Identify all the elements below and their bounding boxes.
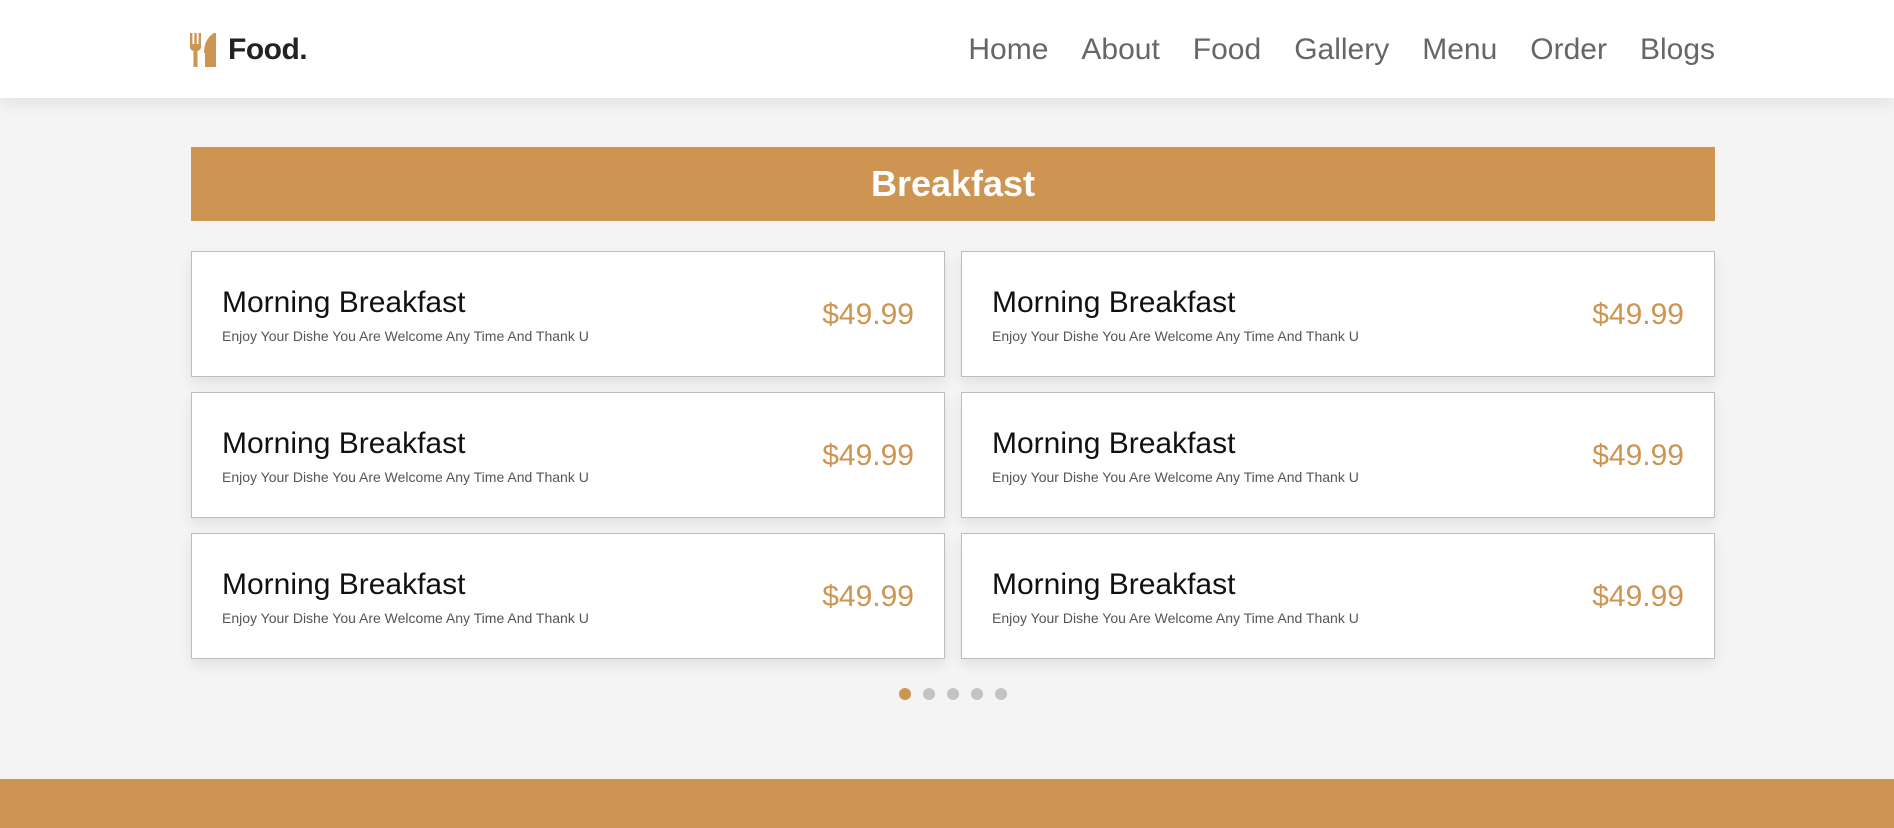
menu-item-description: Enjoy Your Dishe You Are Welcome Any Tim… [222,328,589,344]
menu-item-price: $49.99 [822,580,914,613]
menu-item-price: $49.99 [1592,298,1684,331]
menu-grid: Morning Breakfast Enjoy Your Dishe You A… [191,251,1715,659]
footer-bar [0,779,1894,828]
nav-blogs[interactable]: Blogs [1640,30,1715,70]
pagination-dot-5[interactable] [995,688,1007,700]
brand-name: Food. [228,33,308,66]
logo-link[interactable]: Food. [190,32,308,68]
nav-about[interactable]: About [1081,30,1159,70]
nav-gallery[interactable]: Gallery [1294,30,1389,70]
menu-item-name: Morning Breakfast [222,568,466,601]
pagination-dot-3[interactable] [947,688,959,700]
menu-item-card[interactable]: Morning Breakfast Enjoy Your Dishe You A… [191,533,945,659]
pagination-dots [899,688,1007,700]
nav-food[interactable]: Food [1193,30,1261,70]
menu-item-price: $49.99 [1592,439,1684,472]
menu-item-name: Morning Breakfast [992,427,1236,460]
utensils-icon [190,33,216,67]
menu-item-description: Enjoy Your Dishe You Are Welcome Any Tim… [992,469,1359,485]
menu-item-description: Enjoy Your Dishe You Are Welcome Any Tim… [992,610,1359,626]
menu-item-name: Morning Breakfast [992,568,1236,601]
menu-item-price: $49.99 [1592,580,1684,613]
menu-item-card[interactable]: Morning Breakfast Enjoy Your Dishe You A… [191,251,945,377]
menu-item-card[interactable]: Morning Breakfast Enjoy Your Dishe You A… [961,251,1715,377]
main-nav: Home About Food Gallery Menu Order Blogs [968,30,1715,70]
menu-item-name: Morning Breakfast [992,286,1236,319]
menu-section-title: Breakfast [191,147,1715,221]
site-header: Food. Home About Food Gallery Menu Order… [0,0,1894,98]
menu-item-name: Morning Breakfast [222,427,466,460]
menu-item-price: $49.99 [822,439,914,472]
menu-item-card[interactable]: Morning Breakfast Enjoy Your Dishe You A… [191,392,945,518]
menu-item-description: Enjoy Your Dishe You Are Welcome Any Tim… [222,469,589,485]
menu-item-description: Enjoy Your Dishe You Are Welcome Any Tim… [992,328,1359,344]
nav-home[interactable]: Home [968,30,1048,70]
menu-item-card[interactable]: Morning Breakfast Enjoy Your Dishe You A… [961,533,1715,659]
nav-menu[interactable]: Menu [1422,30,1497,70]
menu-item-name: Morning Breakfast [222,286,466,319]
pagination-dot-2[interactable] [923,688,935,700]
menu-item-description: Enjoy Your Dishe You Are Welcome Any Tim… [222,610,589,626]
pagination-dot-1[interactable] [899,688,911,700]
pagination-dot-4[interactable] [971,688,983,700]
nav-order[interactable]: Order [1530,30,1607,70]
menu-item-price: $49.99 [822,298,914,331]
menu-item-card[interactable]: Morning Breakfast Enjoy Your Dishe You A… [961,392,1715,518]
